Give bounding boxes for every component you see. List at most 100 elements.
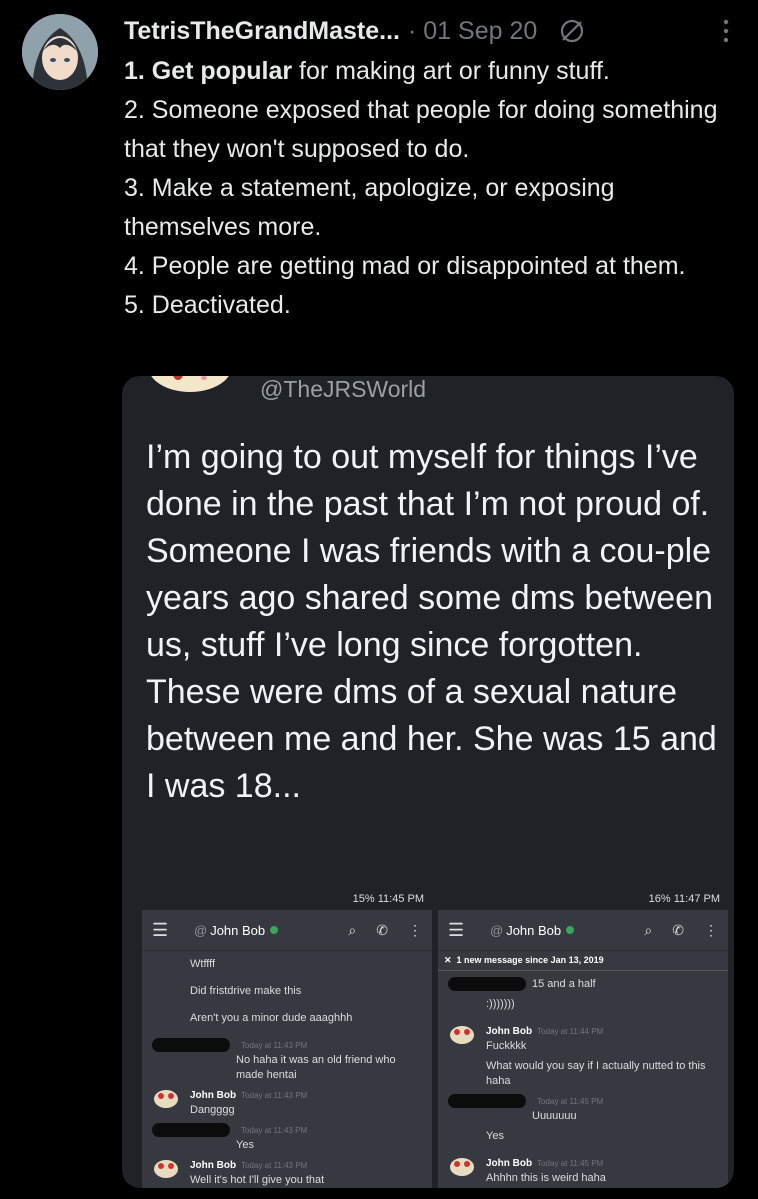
message-content: Today at 11:45 PM Uuuuuuu	[532, 1094, 603, 1124]
message-text: Did fristdrive make this	[190, 985, 302, 997]
message-text: Ahhhn this is weird haha	[486, 1172, 606, 1184]
message-timestamp: Today at 11:43 PM	[241, 1091, 308, 1100]
search-icon: ⌕	[644, 921, 653, 938]
quoted-handle: @TheJRSWorld	[260, 376, 427, 402]
redacted-avatar	[152, 1123, 230, 1137]
tweet-line: 2. Someone exposed that people for doing…	[124, 96, 718, 163]
chat-message: John Bob Today at 11:43 PM Well it's hot I…	[152, 1158, 422, 1188]
menu-icon: ☰	[152, 919, 169, 940]
user-avatar	[152, 957, 180, 979]
message-text: Dangggg	[190, 1104, 235, 1116]
user-avatar	[152, 1158, 180, 1180]
message-content: Did fristdrive make this	[190, 984, 301, 1006]
channel-name: John Bob	[210, 922, 266, 938]
message-text: No haha it was an old friend who made he…	[236, 1054, 396, 1081]
chat-message: Today at 11:45 PM Uuuuuuu	[448, 1094, 718, 1124]
message-content: Aren't you a minor dude aaaghhh	[190, 1011, 352, 1033]
chat-message: John Bob Today at 11:44 PM Fuckkkk	[448, 1024, 718, 1054]
message-timestamp: Today at 11:43 PM	[241, 1161, 308, 1170]
tweet-line: 4. People are getting mad or disappointe…	[124, 252, 686, 280]
chat-message: Yes	[448, 1129, 718, 1151]
message-text: Fuckkkk	[486, 1040, 527, 1052]
chat-message: John Bob Today at 11:45 PM Ahhhn this is w…	[448, 1156, 718, 1186]
user-avatar	[448, 1129, 476, 1151]
quoted-avatar	[151, 376, 229, 392]
menu-icon: ☰	[448, 919, 465, 940]
tweet-text: 1. Get popular for making art or funny s…	[124, 52, 740, 325]
message-content: John Bob Today at 11:45 PM Ahhhn this is w…	[486, 1156, 606, 1186]
chat-message: What would you say if I actually nutted …	[448, 1059, 718, 1089]
user-avatar	[448, 1156, 476, 1178]
message-text: Well it's hot I'll give you that	[190, 1174, 325, 1186]
redacted-avatar	[448, 977, 526, 991]
user-avatar	[152, 1011, 180, 1033]
discord-screenshot-left: 15% 11:45 PM ☰ @ John Bob ⌕ ✆ ⋮ Wtffff Did f…	[142, 888, 432, 1188]
status-bar: 15% 11:45 PM	[142, 888, 432, 910]
author-avatar[interactable]	[22, 14, 98, 90]
call-icon: ✆	[376, 921, 388, 938]
search-icon: ⌕	[348, 921, 357, 938]
message-timestamp: Today at 11:44 PM	[537, 1027, 604, 1036]
more-icon: ⋮	[704, 921, 718, 938]
message-content: John Bob Today at 11:44 PM Fuckkkk	[486, 1024, 603, 1054]
message-author: John Bob	[486, 1158, 533, 1169]
message-content: Yes	[486, 1129, 504, 1151]
message-timestamp: Today at 11:43 PM	[241, 1126, 308, 1135]
message-timestamp: Today at 11:45 PM	[537, 1097, 604, 1106]
user-avatar	[448, 997, 476, 1019]
quoted-paragraph: I’m going to out myself for things I’ve …	[146, 438, 710, 523]
tweet-date[interactable]: · 01 Sep 20	[408, 17, 537, 46]
grok-icon[interactable]	[559, 18, 585, 44]
call-icon: ✆	[672, 921, 684, 938]
message-text: Yes	[486, 1130, 504, 1142]
message-author: John Bob	[190, 1160, 237, 1171]
message-content: Wtffff	[190, 957, 215, 979]
discord-screenshot-right: 16% 11:47 PM ☰ @ John Bob ⌕ ✆ ⋮ ✕ 1 new mes…	[438, 888, 728, 1188]
user-avatar	[152, 1088, 180, 1110]
tweet-line: 5. Deactivated.	[124, 291, 291, 319]
message-content: 15 and a half	[532, 977, 596, 992]
chat-message: :)))))))	[448, 997, 718, 1019]
message-timestamp: Today at 11:45 PM	[537, 1159, 604, 1168]
redacted-avatar	[448, 1094, 526, 1108]
more-icon: ⋮	[408, 921, 422, 938]
more-options-icon[interactable]	[716, 16, 736, 46]
message-content: :)))))))	[486, 997, 515, 1019]
message-author: John Bob	[190, 1090, 237, 1101]
display-name[interactable]: TetrisTheGrandMaste...	[124, 17, 400, 46]
user-avatar	[448, 1059, 476, 1081]
chat-header: ☰ @ John Bob ⌕ ✆ ⋮	[142, 910, 432, 951]
chat-message: Today at 11:43 PM Yes	[152, 1123, 422, 1153]
chat-message: 15 and a half	[448, 977, 718, 992]
message-content: John Bob Today at 11:43 PM Dangggg	[190, 1088, 307, 1118]
message-text: Uuuuuuu	[532, 1110, 577, 1122]
message-content: What would you say if I actually nutted …	[486, 1059, 718, 1089]
tweet-header: TetrisTheGrandMaste... · 01 Sep 20	[124, 14, 738, 48]
redacted-avatar	[152, 1038, 230, 1052]
quoted-paragraph: Someone I was friends with a cou-ple yea…	[146, 532, 717, 805]
message-author: John Bob	[486, 1026, 533, 1037]
new-message-banner: ✕ 1 new message since Jan 13, 2019	[438, 951, 728, 971]
message-content: Today at 11:43 PM Yes	[236, 1123, 307, 1153]
chat-message: Did fristdrive make this	[152, 984, 422, 1006]
message-text: What would you say if I actually nutted …	[486, 1060, 706, 1087]
message-text: 15 and a half	[532, 978, 596, 990]
message-list: 15 and a half:))))))) John Bob Today at 11…	[438, 971, 728, 1188]
chat-message: John Bob Today at 11:43 PM Dangggg	[152, 1088, 422, 1118]
user-avatar	[152, 984, 180, 1006]
user-avatar	[448, 1024, 476, 1046]
quoted-text: I’m going to out myself for things I’ve …	[146, 434, 726, 810]
channel-name: John Bob	[506, 922, 562, 938]
chat-message: Aren't you a minor dude aaaghhh	[152, 1011, 422, 1033]
chat-message: Today at 11:43 PM No haha it was an old f…	[152, 1038, 422, 1083]
message-content: Today at 11:43 PM No haha it was an old f…	[236, 1038, 422, 1083]
tweet-line: 3. Make a statement, apologize, or expos…	[124, 174, 615, 241]
message-list: Wtffff Did fristdrive make this Aren't you…	[142, 951, 432, 1188]
message-text: Yes	[236, 1139, 254, 1151]
message-timestamp: Today at 11:43 PM	[241, 1041, 308, 1050]
message-text: Aren't you a minor dude aaaghhh	[190, 1012, 353, 1024]
message-content: John Bob Today at 11:43 PM Well it's hot I…	[190, 1158, 324, 1188]
chat-header: ☰ @ John Bob ⌕ ✆ ⋮	[438, 910, 728, 951]
quoted-image-card[interactable]: @TheJRSWorld I’m going to out myself for…	[122, 376, 734, 1188]
status-bar: 16% 11:47 PM	[438, 888, 728, 910]
